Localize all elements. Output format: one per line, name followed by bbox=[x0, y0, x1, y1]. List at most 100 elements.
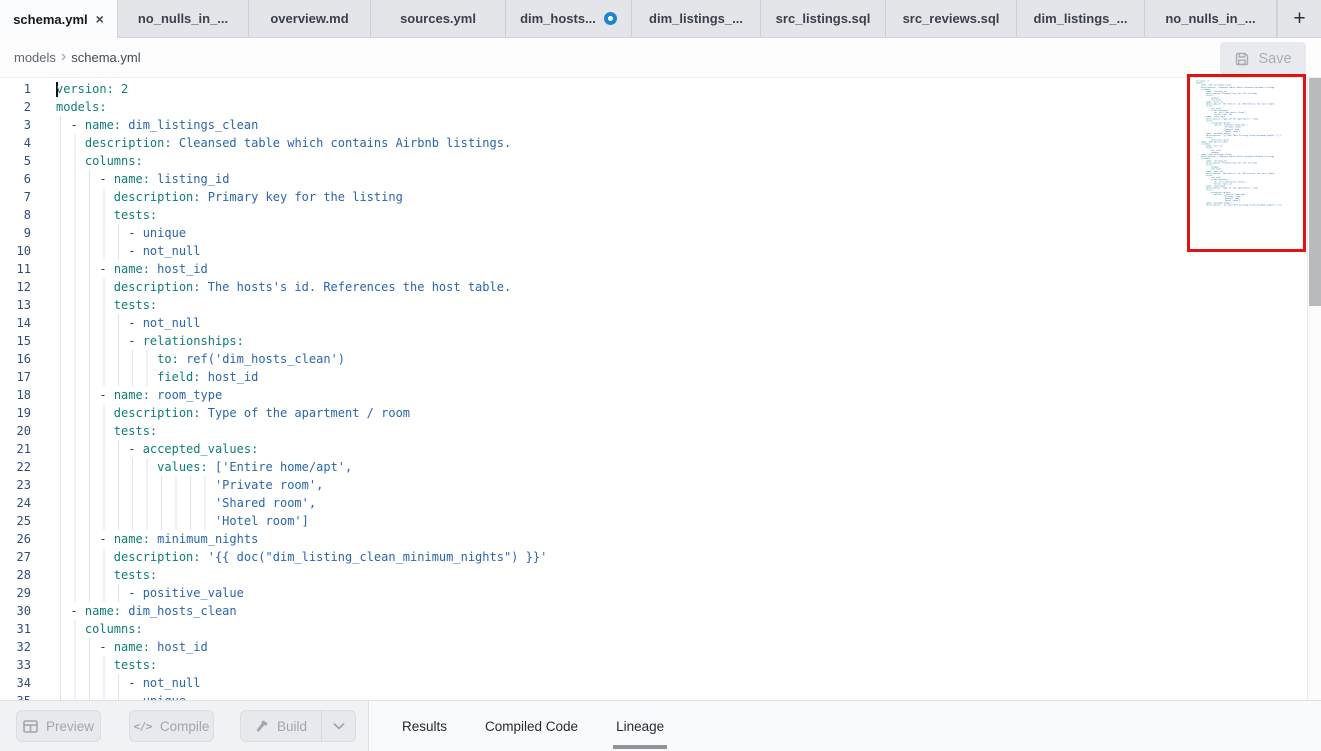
line-number: 10 bbox=[0, 242, 31, 260]
line-number: 35 bbox=[0, 692, 31, 700]
code-line[interactable]: 1version: 2 bbox=[0, 80, 1307, 98]
line-number: 26 bbox=[0, 530, 31, 548]
code-line[interactable]: 29 - positive_value bbox=[0, 584, 1307, 602]
code-line[interactable]: 19 description: Type of the apartment / … bbox=[0, 404, 1307, 422]
code-line[interactable]: 2models: bbox=[0, 98, 1307, 116]
line-number: 12 bbox=[0, 278, 31, 296]
tab-compiled-code[interactable]: Compiled Code bbox=[485, 701, 578, 751]
yaml-value: dim_listings_clean bbox=[128, 118, 258, 132]
action-buttons-section: Preview </> Compile Build bbox=[0, 701, 368, 751]
line-number: 25 bbox=[0, 512, 31, 530]
yaml-value: dim_hosts_clean bbox=[128, 604, 236, 618]
editor-tab-dim-listings[interactable]: dim_listings_... bbox=[1017, 0, 1145, 37]
editor-tab-schema-yml[interactable]: schema.yml× bbox=[0, 0, 118, 38]
result-tabs: Results Compiled Code Lineage bbox=[369, 701, 1321, 751]
code-line[interactable]: 14 - not_null bbox=[0, 314, 1307, 332]
yaml-key: description: bbox=[1206, 204, 1221, 206]
code-line[interactable]: 7 description: Primary key for the listi… bbox=[0, 188, 1307, 206]
line-number: 6 bbox=[0, 170, 31, 188]
build-dropdown-button[interactable] bbox=[321, 710, 356, 742]
breadcrumb-folder[interactable]: models bbox=[14, 50, 56, 65]
code-line[interactable]: 9 - unique bbox=[0, 224, 1307, 242]
yaml-dash: - bbox=[128, 244, 142, 258]
code-line[interactable]: 24 'Shared room', bbox=[0, 494, 1307, 512]
code-line[interactable]: 12 description: The hosts's id. Referenc… bbox=[0, 278, 1307, 296]
code-line[interactable]: 34 - not_null bbox=[0, 674, 1307, 692]
yaml-value: host_id bbox=[1214, 145, 1223, 147]
code-line[interactable]: 33 tests: bbox=[0, 656, 1307, 674]
yaml-dash: - bbox=[70, 604, 84, 618]
line-number: 20 bbox=[0, 422, 31, 440]
code-line[interactable]: 11 - name: host_id bbox=[0, 260, 1307, 278]
yaml-value: Cleansed table which contains Airbnb lis… bbox=[1217, 86, 1275, 88]
code-line[interactable]: 16 to: ref('dim_hosts_clean') bbox=[0, 350, 1307, 368]
editor-tab-src-listings-sql[interactable]: src_listings.sql bbox=[761, 0, 886, 37]
yaml-value: Cleansed table which contains Airbnb lis… bbox=[179, 136, 511, 150]
yaml-value: 'Hotel room'] bbox=[215, 514, 309, 528]
yaml-key: field: bbox=[157, 370, 200, 384]
editor-tab-overview-md[interactable]: overview.md bbox=[249, 0, 371, 37]
yaml-key: columns: bbox=[85, 622, 143, 636]
yaml-value: host_id bbox=[208, 370, 259, 384]
code-line[interactable]: 28 tests: bbox=[0, 566, 1307, 584]
code-line[interactable]: 26 - name: minimum_nights bbox=[0, 530, 1307, 548]
editor-tab-no-nulls-in[interactable]: no_nulls_in_... bbox=[1145, 0, 1277, 37]
code-line[interactable]: 18 - name: room_type bbox=[0, 386, 1307, 404]
editor-tab-dim-hosts[interactable]: dim_hosts... bbox=[506, 0, 632, 37]
table-icon bbox=[23, 720, 38, 733]
tab-label: overview.md bbox=[270, 11, 348, 26]
code-editor[interactable]: 1version: 22models:3 - name: dim_listing… bbox=[0, 78, 1307, 700]
close-icon[interactable]: × bbox=[96, 12, 104, 26]
yaml-dash: - bbox=[128, 316, 142, 330]
code-line[interactable]: 15 - relationships: bbox=[0, 332, 1307, 350]
code-line[interactable]: 27 description: '{{ doc("dim_listing_cle… bbox=[0, 548, 1307, 566]
yaml-key: name: bbox=[114, 532, 150, 546]
code-line[interactable]: 13 tests: bbox=[0, 296, 1307, 314]
code-line[interactable]: 3 - name: dim_listings_clean bbox=[0, 116, 1307, 134]
code-line[interactable]: 30 - name: dim_hosts_clean bbox=[0, 602, 1307, 620]
compile-button[interactable]: </> Compile bbox=[129, 710, 214, 742]
yaml-key: tests: bbox=[114, 298, 157, 312]
yaml-key: name: bbox=[114, 640, 150, 654]
build-button[interactable]: Build bbox=[240, 710, 321, 742]
line-number: 5 bbox=[0, 152, 31, 170]
minimap[interactable]: version: 2models: - name: dim_listings_c… bbox=[1196, 80, 1302, 696]
line-number: 16 bbox=[0, 350, 31, 368]
code-line[interactable]: 25 'Hotel room'] bbox=[0, 512, 1307, 530]
new-tab-button[interactable]: + bbox=[1277, 0, 1321, 37]
code-line[interactable]: 35 - unique bbox=[0, 692, 1307, 700]
yaml-key: description: bbox=[114, 190, 201, 204]
yaml-key: description: bbox=[114, 280, 201, 294]
yaml-value: '{{ doc("dim_listing_clean_minimum_night… bbox=[208, 550, 548, 564]
code-line[interactable]: 5 columns: bbox=[0, 152, 1307, 170]
yaml-value: Primary key for the listing bbox=[208, 190, 403, 204]
code-line[interactable]: 17 field: host_id bbox=[0, 368, 1307, 386]
code-line[interactable]: 20 tests: bbox=[0, 422, 1307, 440]
line-number: 14 bbox=[0, 314, 31, 332]
code-line[interactable]: 21 - accepted_values: bbox=[0, 440, 1307, 458]
tab-lineage[interactable]: Lineage bbox=[616, 701, 664, 751]
yaml-dash: - bbox=[99, 532, 113, 546]
tab-results[interactable]: Results bbox=[402, 701, 447, 751]
code-line[interactable]: 31 columns: bbox=[0, 620, 1307, 638]
editor-tab-no-nulls-in[interactable]: no_nulls_in_... bbox=[118, 0, 249, 37]
line-number: 21 bbox=[0, 440, 31, 458]
code-line[interactable]: 22 values: ['Entire home/apt', bbox=[0, 458, 1307, 476]
line-number: 29 bbox=[0, 584, 31, 602]
unsaved-changes-dot-icon bbox=[604, 12, 617, 25]
line-number: 22 bbox=[0, 458, 31, 476]
code-line[interactable]: 32 - name: host_id bbox=[0, 638, 1307, 656]
code-line[interactable]: 10 - not_null bbox=[0, 242, 1307, 260]
editor-tab-sources-yml[interactable]: sources.yml bbox=[371, 0, 506, 37]
editor-tab-src-reviews-sql[interactable]: src_reviews.sql bbox=[886, 0, 1017, 37]
save-button[interactable]: Save bbox=[1220, 42, 1306, 75]
code-line[interactable]: 4 description: Cleansed table which cont… bbox=[0, 134, 1307, 152]
code-line[interactable]: 6 - name: listing_id bbox=[0, 170, 1307, 188]
scrollbar-thumb[interactable] bbox=[1309, 78, 1321, 306]
code-line[interactable]: 8 tests: bbox=[0, 206, 1307, 224]
code-line[interactable]: 23 'Private room', bbox=[0, 476, 1307, 494]
preview-button[interactable]: Preview bbox=[16, 710, 101, 742]
line-number: 1 bbox=[0, 80, 31, 98]
editor-tab-dim-listings[interactable]: dim_listings_... bbox=[632, 0, 761, 37]
code-icon: </> bbox=[134, 720, 152, 733]
